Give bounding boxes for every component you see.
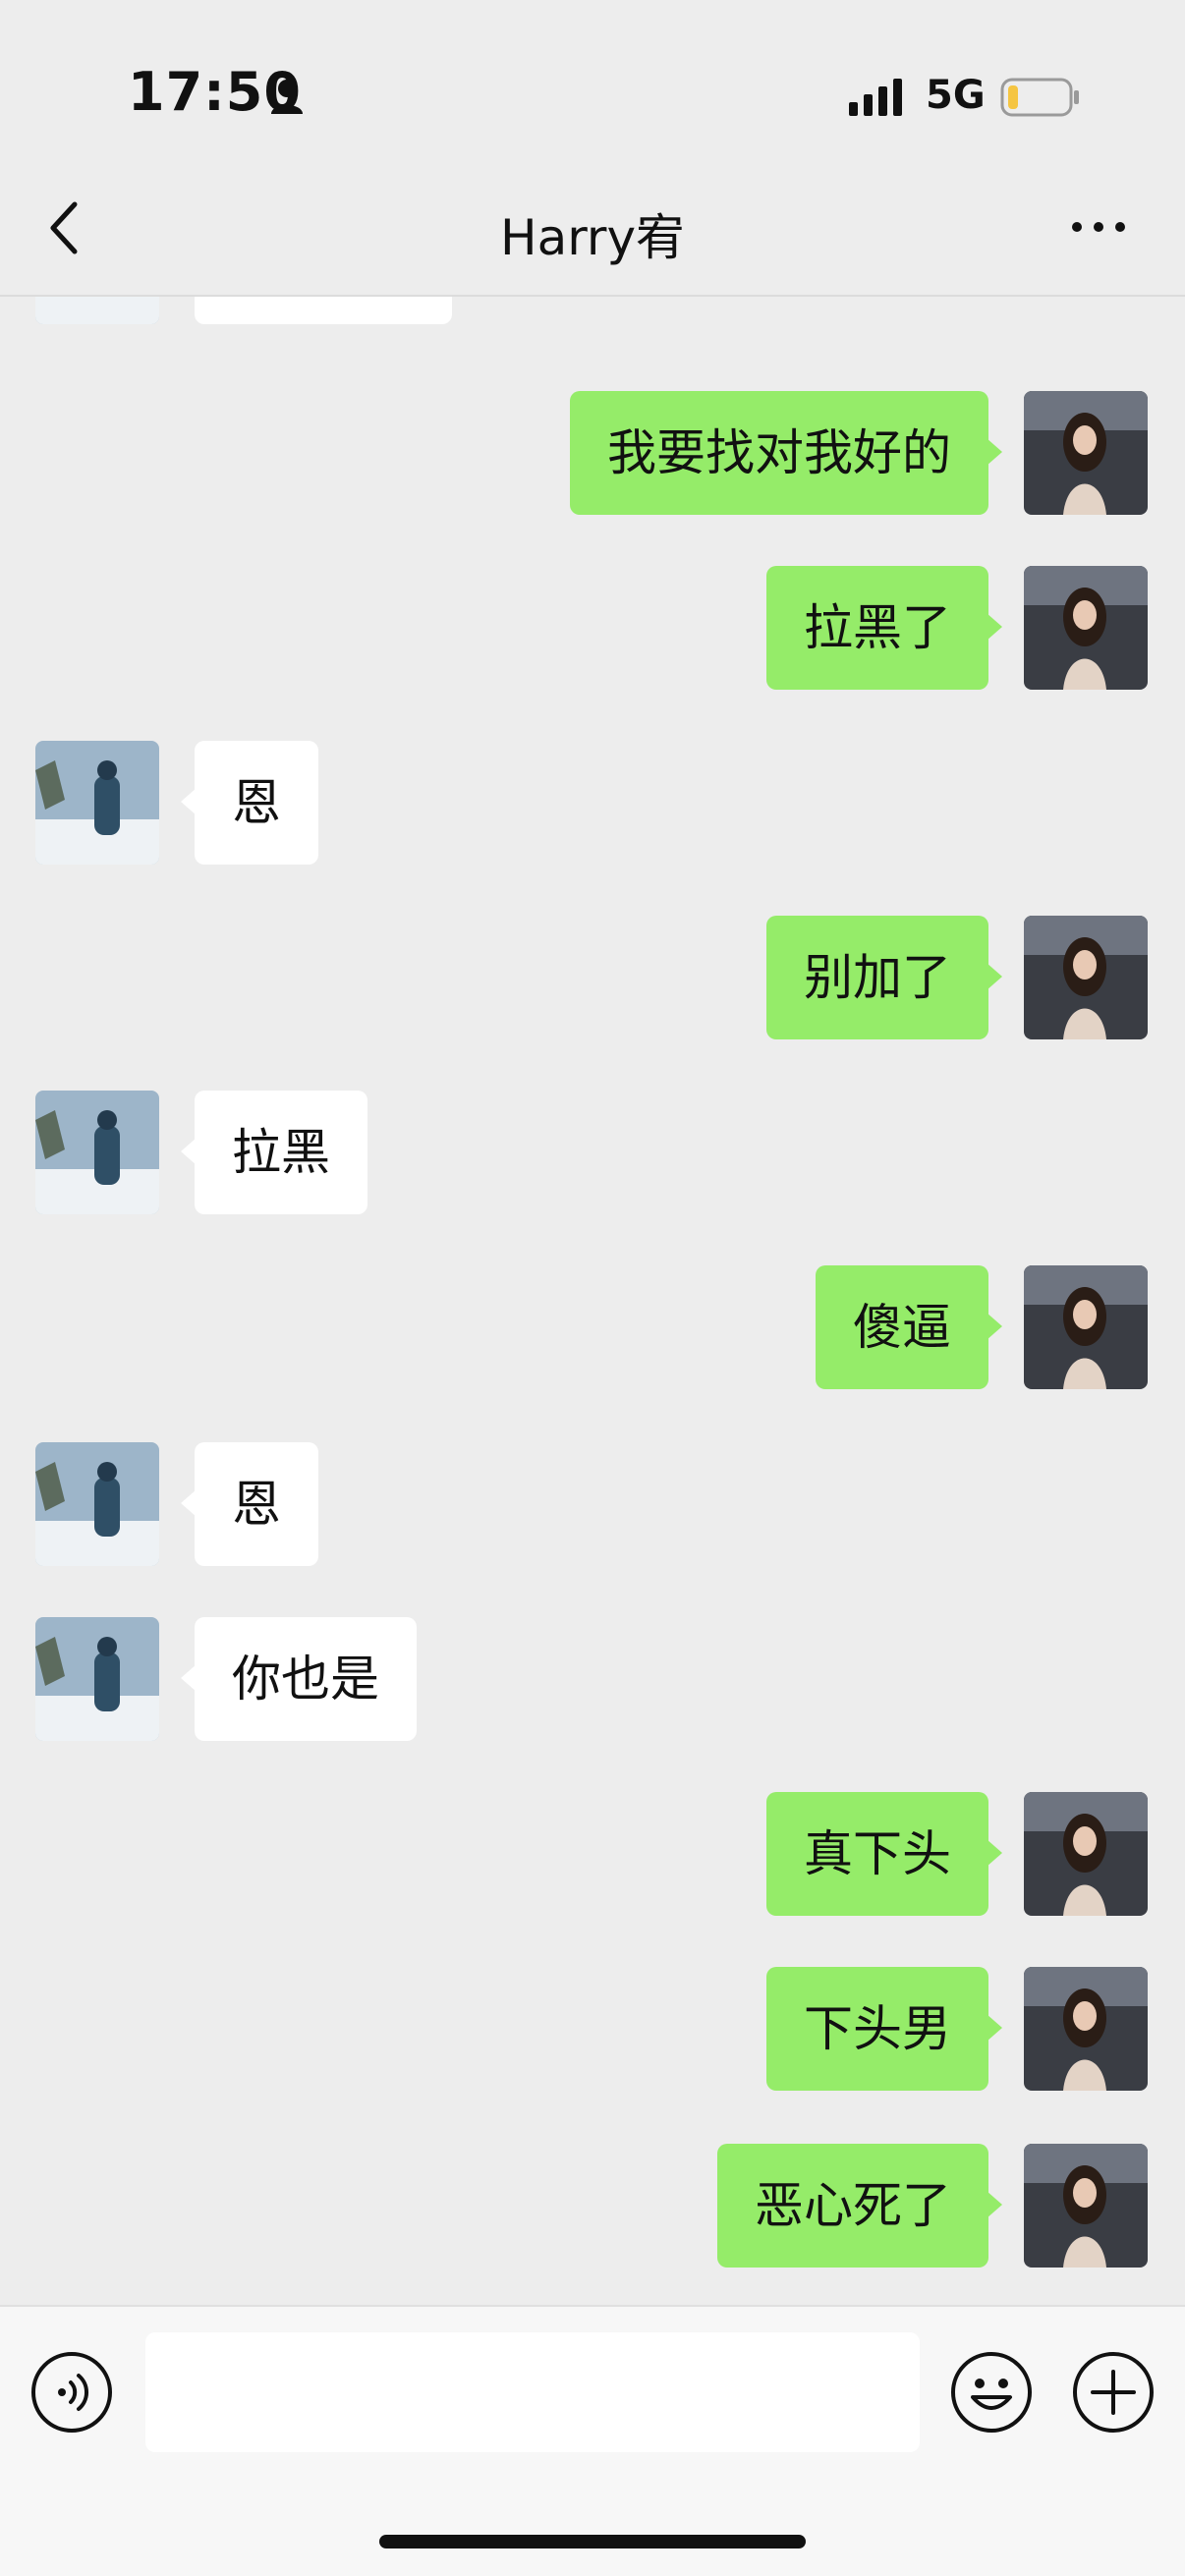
message-bubble-sent[interactable]: 恶心死了 [717, 2144, 1002, 2268]
message-row: 拉黑了 [0, 566, 1185, 690]
message-row: 别加了 [0, 916, 1185, 1039]
message-bubble-partial [195, 297, 452, 324]
self-avatar[interactable] [1024, 2144, 1148, 2268]
message-row: 我要找对我好的 [0, 391, 1185, 515]
message-row: 恩 [0, 1442, 1185, 1566]
home-indicator[interactable] [379, 2535, 806, 2548]
self-avatar[interactable] [1024, 566, 1148, 690]
chat-title: Harry宥 [499, 209, 686, 266]
message-bubble-received[interactable]: 你也是 [181, 1617, 417, 1741]
contact-avatar[interactable] [35, 1442, 159, 1566]
message-input[interactable] [145, 2332, 920, 2452]
plus-icon[interactable] [1071, 2350, 1156, 2435]
message-row: 恩 [0, 741, 1185, 865]
contact-avatar[interactable] [35, 297, 159, 324]
message-bubble-sent[interactable]: 真下头 [766, 1792, 1002, 1916]
status-bar: 17:50 5G [0, 0, 1185, 147]
message-row-partial [0, 297, 1185, 324]
battery-icon [1000, 78, 1079, 117]
message-bubble-sent[interactable]: 傻逼 [816, 1265, 1002, 1389]
message-row: 真下头 [0, 1792, 1185, 1916]
person-icon [271, 80, 303, 114]
message-bubble-sent[interactable]: 我要找对我好的 [570, 391, 1002, 515]
chat-messages: 我要找对我好的 拉黑了 恩 别加了 拉黑 傻逼 恩 你也是 真下头 下头男 恶心… [0, 297, 1185, 2305]
message-bubble-received[interactable]: 拉黑 [181, 1091, 367, 1214]
message-bubble-sent[interactable]: 别加了 [766, 916, 1002, 1039]
contact-avatar[interactable] [35, 741, 159, 865]
more-dots-icon[interactable] [1069, 212, 1128, 242]
emoji-icon[interactable] [949, 2350, 1034, 2435]
contact-avatar[interactable] [35, 1617, 159, 1741]
contact-avatar[interactable] [35, 1091, 159, 1214]
self-avatar[interactable] [1024, 1792, 1148, 1916]
self-avatar[interactable] [1024, 916, 1148, 1039]
self-avatar[interactable] [1024, 1967, 1148, 2091]
message-bubble-sent[interactable]: 拉黑了 [766, 566, 1002, 690]
message-bubble-sent[interactable]: 下头男 [766, 1967, 1002, 2091]
message-row: 下头男 [0, 1967, 1185, 2091]
message-bubble-received[interactable]: 恩 [181, 1442, 318, 1566]
voice-icon[interactable] [29, 2350, 114, 2435]
message-row: 你也是 [0, 1617, 1185, 1741]
network-label: 5G [926, 73, 986, 118]
message-row: 拉黑 [0, 1091, 1185, 1214]
self-avatar[interactable] [1024, 391, 1148, 515]
message-row: 傻逼 [0, 1265, 1185, 1389]
signal-icon [849, 79, 902, 116]
nav-bar: Harry宥 [0, 147, 1185, 297]
message-bubble-received[interactable]: 恩 [181, 741, 318, 865]
message-row: 恶心死了 [0, 2144, 1185, 2268]
self-avatar[interactable] [1024, 1265, 1148, 1389]
